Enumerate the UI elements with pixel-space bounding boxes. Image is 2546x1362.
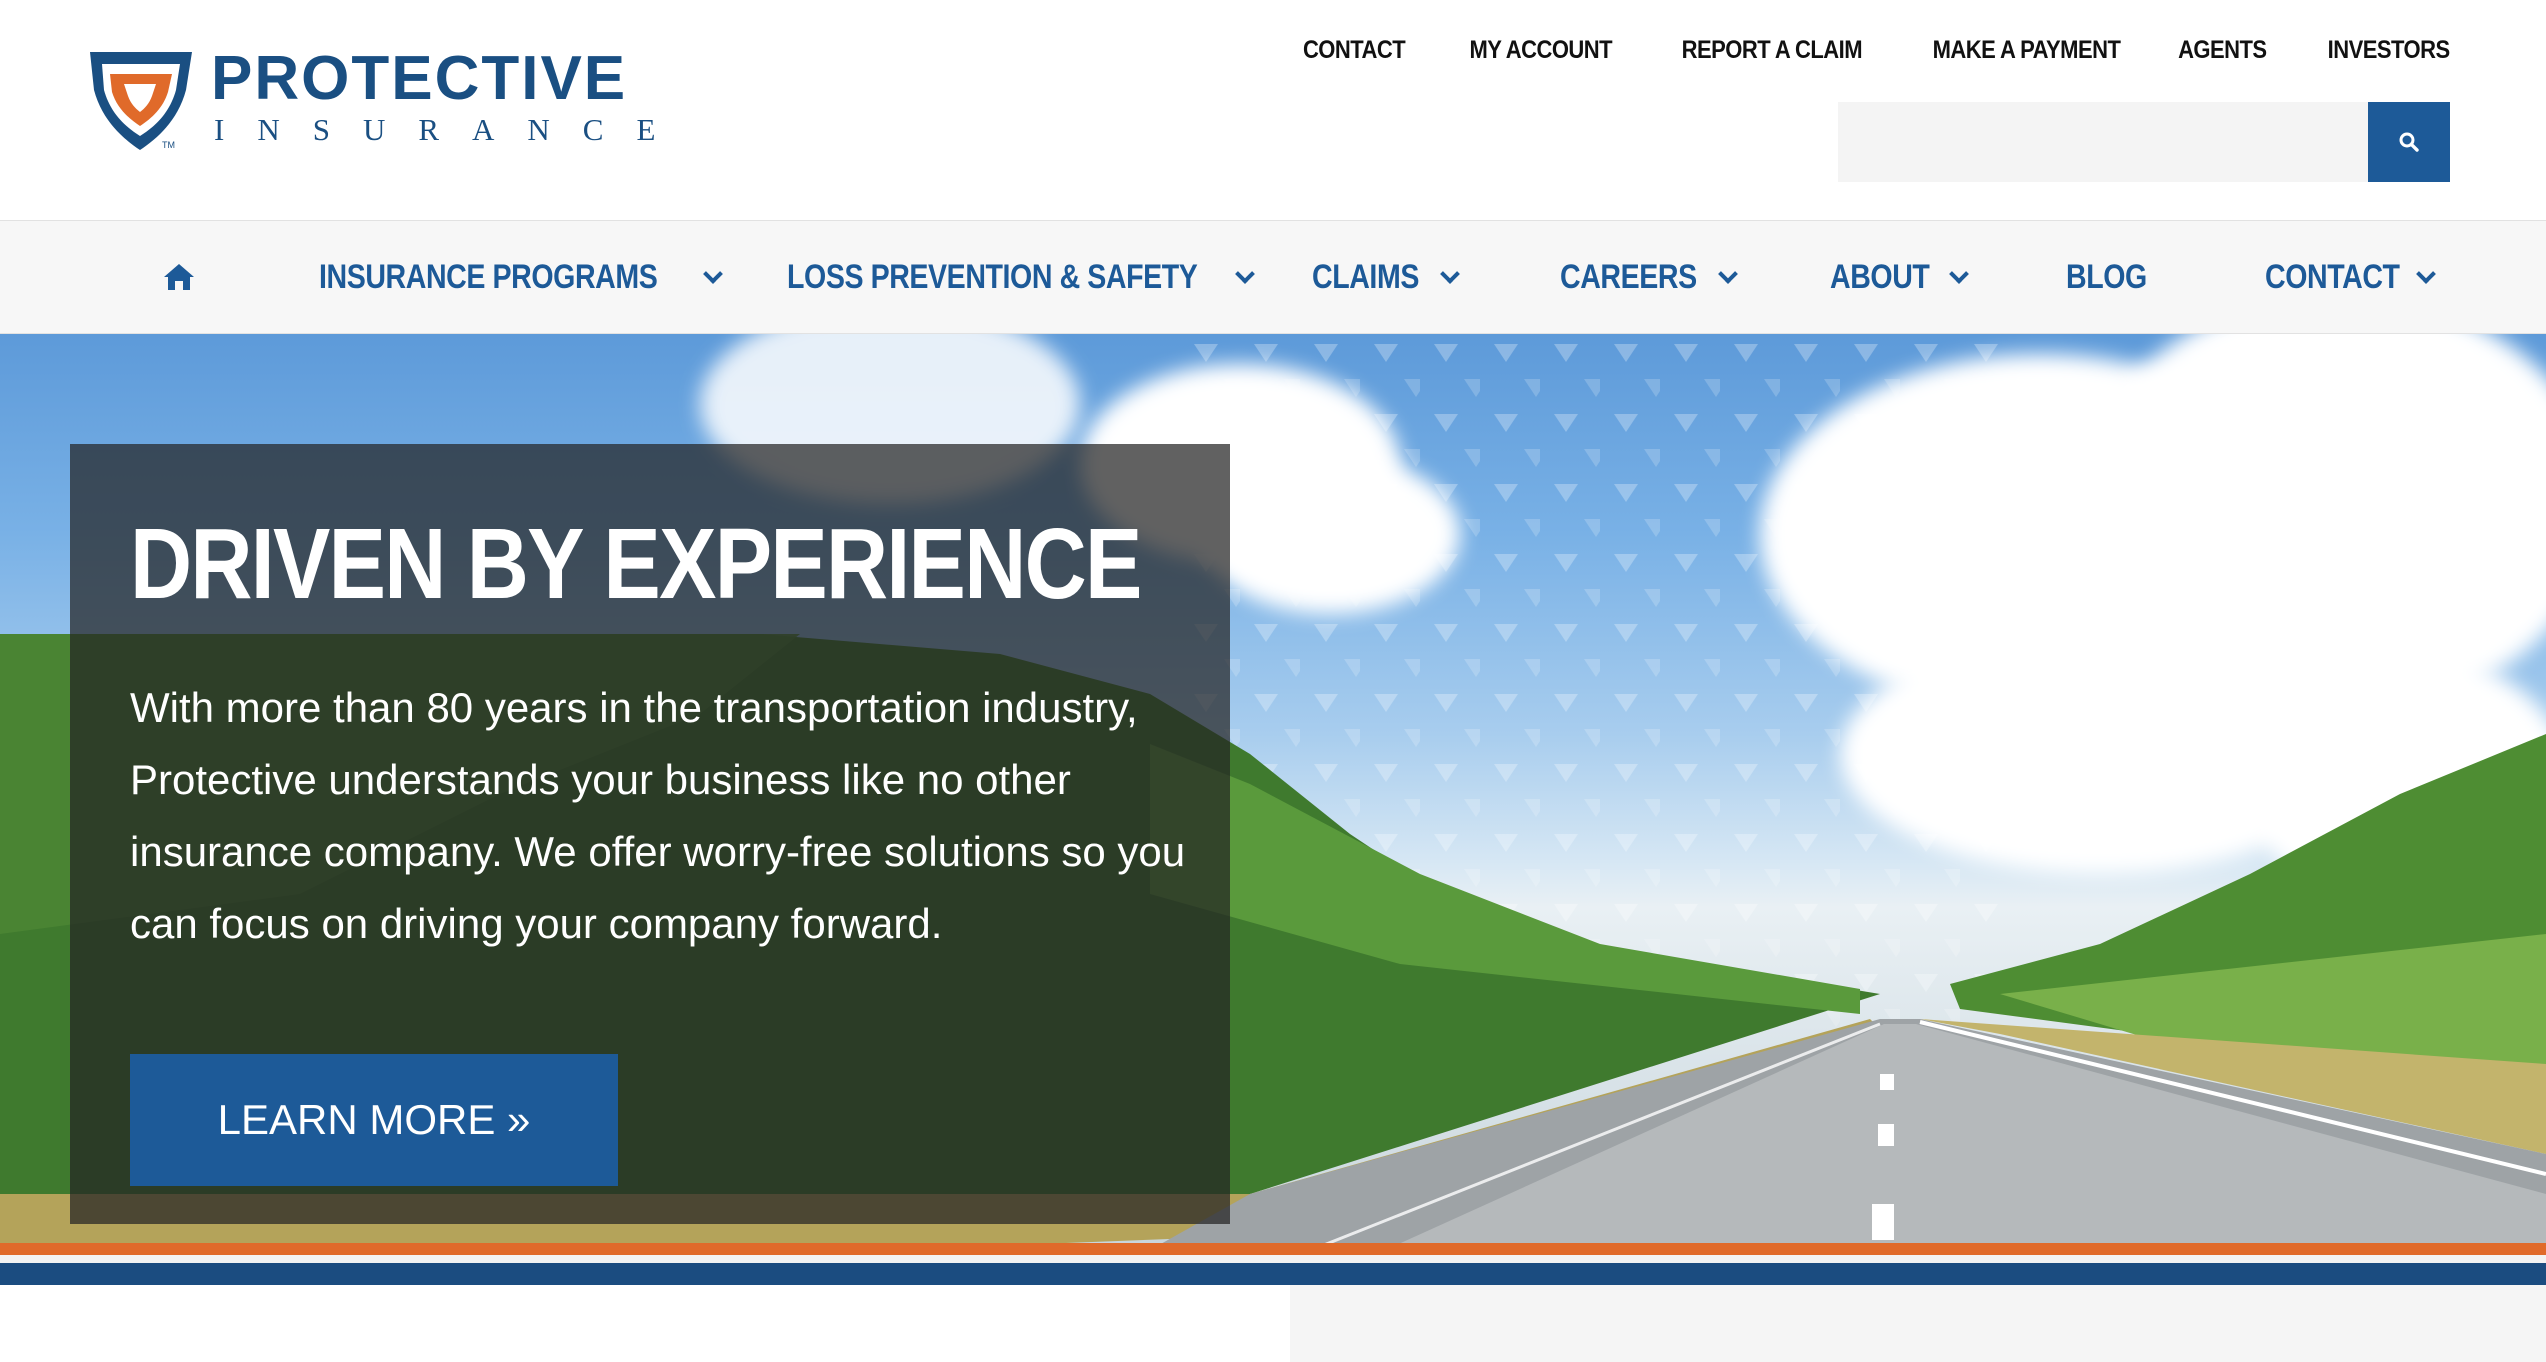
utility-link-make-payment[interactable]: MAKE A PAYMENT bbox=[1933, 36, 2121, 65]
nav-label: ABOUT bbox=[1830, 257, 1930, 296]
nav-contact[interactable]: CONTACT bbox=[2265, 221, 2437, 333]
nav-loss-prevention[interactable]: LOSS PREVENTION & SAFETY bbox=[787, 221, 1255, 333]
search-form bbox=[1838, 102, 2450, 182]
nav-blog[interactable]: BLOG bbox=[2066, 221, 2162, 333]
nav-claims[interactable]: CLAIMS bbox=[1312, 221, 1461, 333]
accent-stripe-orange bbox=[0, 1243, 2546, 1255]
search-button[interactable] bbox=[2368, 102, 2450, 182]
chevron-down-icon bbox=[1440, 264, 1461, 284]
utility-link-investors[interactable]: INVESTORS bbox=[2328, 36, 2451, 65]
chevron-down-icon bbox=[2416, 264, 2437, 284]
search-input[interactable] bbox=[1838, 102, 2368, 182]
nav-label: CONTACT bbox=[2265, 257, 2400, 296]
accent-stripe-blue bbox=[0, 1263, 2546, 1285]
content-area-right bbox=[1290, 1285, 2546, 1362]
accent-stripe-white bbox=[0, 1255, 2546, 1263]
nav-label: INSURANCE PROGRAMS bbox=[319, 257, 658, 296]
content-area-left bbox=[0, 1285, 1290, 1362]
utility-link-agents[interactable]: AGENTS bbox=[2178, 36, 2267, 65]
site-header: PROTECTIVE INSURANCE TM CONTACT MY ACCOU… bbox=[0, 0, 2546, 220]
main-nav: INSURANCE PROGRAMS LOSS PREVENTION & SAF… bbox=[0, 220, 2546, 334]
hero-banner: DRIVEN BY EXPERIENCE With more than 80 y… bbox=[0, 334, 2546, 1244]
utility-link-contact[interactable]: CONTACT bbox=[1303, 36, 1406, 65]
chevron-down-icon bbox=[702, 264, 723, 284]
shield-logo-icon bbox=[90, 52, 192, 150]
nav-label: BLOG bbox=[2066, 257, 2147, 296]
nav-label: LOSS PREVENTION & SAFETY bbox=[787, 257, 1198, 296]
home-icon bbox=[164, 264, 194, 290]
chevron-down-icon bbox=[1717, 264, 1738, 284]
nav-insurance-programs[interactable]: INSURANCE PROGRAMS bbox=[319, 221, 723, 333]
chevron-down-icon bbox=[1234, 264, 1255, 284]
utility-link-my-account[interactable]: MY ACCOUNT bbox=[1470, 36, 1613, 65]
search-icon bbox=[2399, 132, 2419, 152]
chevron-down-icon bbox=[1949, 264, 1970, 284]
utility-link-report-claim[interactable]: REPORT A CLAIM bbox=[1682, 36, 1863, 65]
nav-home[interactable] bbox=[162, 221, 196, 333]
nav-label: CAREERS bbox=[1560, 257, 1697, 296]
brand-name: PROTECTIVE bbox=[211, 44, 628, 113]
learn-more-button[interactable]: LEARN MORE » bbox=[130, 1054, 618, 1186]
nav-about[interactable]: ABOUT bbox=[1830, 221, 1970, 333]
utility-nav: CONTACT MY ACCOUNT REPORT A CLAIM MAKE A… bbox=[1244, 36, 2450, 65]
trademark-mark: TM bbox=[162, 140, 175, 150]
hero-content-panel: DRIVEN BY EXPERIENCE With more than 80 y… bbox=[70, 444, 1230, 1224]
nav-careers[interactable]: CAREERS bbox=[1560, 221, 1738, 333]
brand-tagline: INSURANCE bbox=[214, 112, 689, 147]
hero-description: With more than 80 years in the transport… bbox=[130, 684, 1186, 947]
hero-title: DRIVEN BY EXPERIENCE bbox=[130, 508, 1142, 620]
brand-logo[interactable]: PROTECTIVE INSURANCE TM bbox=[88, 48, 655, 160]
nav-label: CLAIMS bbox=[1312, 257, 1419, 296]
